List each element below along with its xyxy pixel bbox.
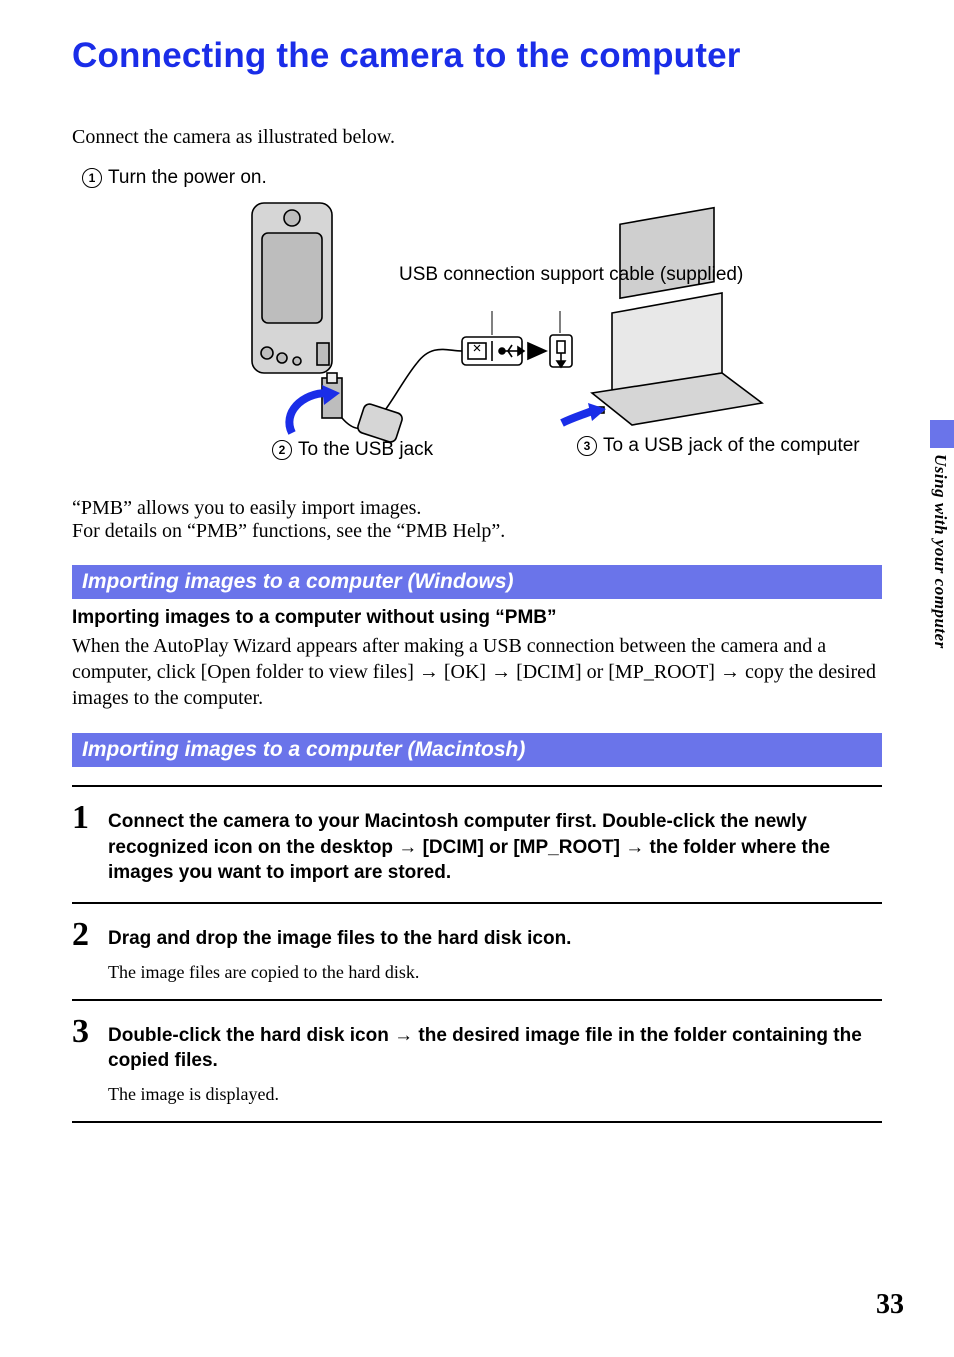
side-tab-marker-icon [930, 420, 954, 448]
callout-computer-usb: 3 To a USB jack of the computer [577, 435, 860, 457]
page-number: 33 [876, 1289, 904, 1321]
step-item: 3 Double-click the hard disk icon → the … [72, 999, 882, 1123]
step-number: 3 [72, 1015, 100, 1049]
callout-computer-usb-text: To a USB jack of the computer [603, 435, 860, 457]
callout-power-text: Turn the power on. [108, 167, 267, 189]
pmb-line-1: “PMB” allows you to easily import images… [72, 497, 882, 520]
step-description: The image files are copied to the hard d… [108, 962, 882, 983]
side-tab-label: Using with your computer [930, 454, 950, 649]
step-item: 1 Connect the camera to your Macintosh c… [72, 785, 882, 902]
windows-paragraph: When the AutoPlay Wizard appears after m… [72, 633, 882, 711]
circle-number-icon: 2 [272, 440, 292, 460]
intro-text: Connect the camera as illustrated below. [72, 126, 882, 149]
circle-number-icon: 3 [577, 436, 597, 456]
diagram-svg [162, 193, 862, 473]
step-number: 2 [72, 918, 100, 952]
page-title: Connecting the camera to the computer [72, 36, 882, 76]
side-tab: Using with your computer [930, 420, 954, 649]
circle-number-icon: 1 [82, 168, 102, 188]
step-title: Connect the camera to your Macintosh com… [108, 809, 882, 886]
section-heading-macintosh: Importing images to a computer (Macintos… [72, 733, 882, 767]
step-title: Drag and drop the image files to the har… [108, 926, 882, 952]
connection-diagram: USB connection support cable (supplied) … [162, 193, 862, 473]
mac-steps: 1 Connect the camera to your Macintosh c… [72, 785, 882, 1123]
step-number: 1 [72, 801, 100, 835]
callout-power: 1 Turn the power on. [82, 167, 882, 189]
pmb-line-2: For details on “PMB” functions, see the … [72, 520, 882, 543]
callout-usb-jack: 2 To the USB jack [272, 439, 433, 461]
section-heading-windows: Importing images to a computer (Windows) [72, 565, 882, 599]
cable-label: USB connection support cable (supplied) [399, 263, 743, 287]
step-item: 2 Drag and drop the image files to the h… [72, 902, 882, 999]
subheading-without-pmb: Importing images to a computer without u… [72, 607, 882, 629]
step-title: Double-click the hard disk icon → the de… [108, 1023, 882, 1074]
step-description: The image is displayed. [108, 1084, 882, 1105]
callout-usb-jack-text: To the USB jack [298, 439, 433, 461]
